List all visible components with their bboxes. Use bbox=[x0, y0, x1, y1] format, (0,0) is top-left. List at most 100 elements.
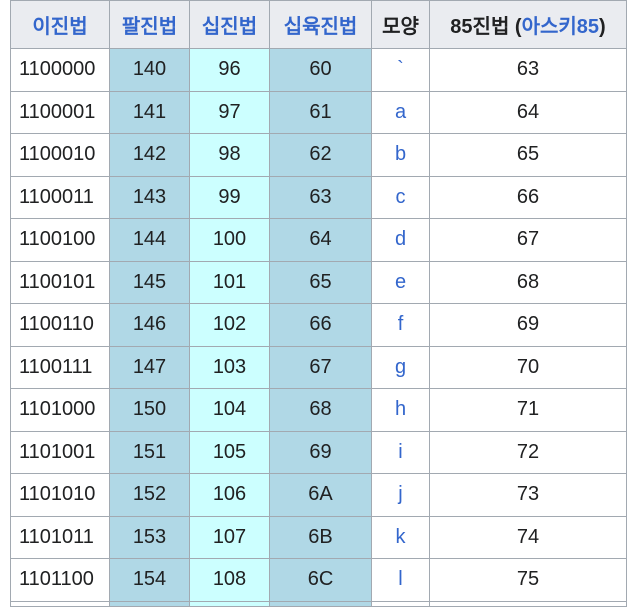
decimal-cell: 96 bbox=[189, 48, 270, 92]
base85-cell: 63 bbox=[429, 48, 627, 92]
decimal-cell: 107 bbox=[189, 515, 270, 559]
glyph-cell[interactable]: j bbox=[371, 473, 430, 517]
header-glyph-label: 모양 bbox=[382, 16, 419, 38]
base85-cell: 67 bbox=[429, 218, 627, 262]
octal-cell: 146 bbox=[109, 303, 190, 347]
binary-cell: 1100011 bbox=[10, 175, 110, 219]
base85-cell: 64 bbox=[429, 90, 627, 134]
base85-cell: 66 bbox=[429, 175, 627, 219]
glyph-cell[interactable]: l bbox=[371, 558, 430, 602]
decimal-cell: 105 bbox=[189, 430, 270, 474]
glyph-cell[interactable]: h bbox=[371, 388, 430, 432]
octal-cell: 145 bbox=[109, 260, 190, 304]
binary-cell: 1100100 bbox=[10, 218, 110, 262]
base85-cell: 68 bbox=[429, 260, 627, 304]
base85-cell: 72 bbox=[429, 430, 627, 474]
partial-cell bbox=[429, 600, 627, 607]
table-row: 1100011 143 99 63 c 66 bbox=[10, 175, 627, 219]
hex-cell: 60 bbox=[269, 48, 372, 92]
decimal-cell: 99 bbox=[189, 175, 270, 219]
table-row: 1100101 145 101 65 e 68 bbox=[10, 260, 627, 304]
glyph-cell[interactable]: i bbox=[371, 430, 430, 474]
base85-cell: 65 bbox=[429, 133, 627, 177]
partial-cell bbox=[269, 600, 372, 607]
decimal-cell: 104 bbox=[189, 388, 270, 432]
hex-cell: 67 bbox=[269, 345, 372, 389]
binary-cell: 1100101 bbox=[10, 260, 110, 304]
header-ascii85-link[interactable]: 아스키85 bbox=[522, 16, 599, 38]
table-row: 1101001 151 105 69 i 72 bbox=[10, 430, 627, 474]
hex-cell: 6A bbox=[269, 473, 372, 517]
octal-cell: 143 bbox=[109, 175, 190, 219]
base85-cell: 75 bbox=[429, 558, 627, 602]
table-row: 1100110 146 102 66 f 69 bbox=[10, 303, 627, 347]
hex-cell: 6B bbox=[269, 515, 372, 559]
octal-cell: 151 bbox=[109, 430, 190, 474]
glyph-cell[interactable]: a bbox=[371, 90, 430, 134]
hex-cell: 61 bbox=[269, 90, 372, 134]
octal-cell: 154 bbox=[109, 558, 190, 602]
partial-cell bbox=[10, 600, 110, 607]
table-row: 1101011 153 107 6B k 74 bbox=[10, 515, 627, 559]
glyph-cell[interactable]: g bbox=[371, 345, 430, 389]
glyph-cell[interactable]: ` bbox=[371, 48, 430, 92]
ascii-table: 이진법 팔진법 십진법 십육진법 모양 85진법 (아스키85) 1100000… bbox=[10, 0, 627, 607]
header-base85-prefix: 85진법 ( bbox=[450, 16, 522, 38]
hex-cell: 63 bbox=[269, 175, 372, 219]
table-row: 1101100 154 108 6C l 75 bbox=[10, 558, 627, 602]
glyph-cell[interactable]: f bbox=[371, 303, 430, 347]
header-decimal-link[interactable]: 십진법 bbox=[202, 16, 257, 38]
hex-cell: 64 bbox=[269, 218, 372, 262]
glyph-cell[interactable]: c bbox=[371, 175, 430, 219]
partial-cell bbox=[109, 600, 190, 607]
base85-cell: 69 bbox=[429, 303, 627, 347]
binary-cell: 1101010 bbox=[10, 473, 110, 517]
header-base85-suffix: ) bbox=[599, 16, 606, 38]
binary-cell: 1101000 bbox=[10, 388, 110, 432]
glyph-cell[interactable]: d bbox=[371, 218, 430, 262]
octal-cell: 144 bbox=[109, 218, 190, 262]
hex-cell: 68 bbox=[269, 388, 372, 432]
header-octal-link[interactable]: 팔진법 bbox=[122, 16, 177, 38]
glyph-cell[interactable]: b bbox=[371, 133, 430, 177]
header-binary[interactable]: 이진법 bbox=[10, 0, 110, 49]
hex-cell: 65 bbox=[269, 260, 372, 304]
base85-cell: 73 bbox=[429, 473, 627, 517]
octal-cell: 150 bbox=[109, 388, 190, 432]
binary-cell: 1101001 bbox=[10, 430, 110, 474]
decimal-cell: 103 bbox=[189, 345, 270, 389]
octal-cell: 142 bbox=[109, 133, 190, 177]
table-row: 1100111 147 103 67 g 70 bbox=[10, 345, 627, 389]
table-body: 1100000 140 96 60 ` 63 1100001 141 97 61 a 64 110001… bbox=[10, 48, 627, 607]
partial-cell bbox=[189, 600, 270, 607]
binary-cell: 1100000 bbox=[10, 48, 110, 92]
header-hex[interactable]: 십육진법 bbox=[269, 0, 372, 49]
table-row: 1100010 142 98 62 b 65 bbox=[10, 133, 627, 177]
header-binary-link[interactable]: 이진법 bbox=[32, 16, 87, 38]
base85-cell: 70 bbox=[429, 345, 627, 389]
hex-cell: 6C bbox=[269, 558, 372, 602]
header-octal[interactable]: 팔진법 bbox=[109, 0, 190, 49]
header-hex-link[interactable]: 십육진법 bbox=[284, 16, 358, 38]
binary-cell: 1101100 bbox=[10, 558, 110, 602]
glyph-cell[interactable]: k bbox=[371, 515, 430, 559]
table-row-partial bbox=[10, 600, 627, 607]
hex-cell: 66 bbox=[269, 303, 372, 347]
glyph-cell[interactable]: e bbox=[371, 260, 430, 304]
decimal-cell: 100 bbox=[189, 218, 270, 262]
hex-cell: 69 bbox=[269, 430, 372, 474]
table-row: 1101000 150 104 68 h 71 bbox=[10, 388, 627, 432]
base85-cell: 74 bbox=[429, 515, 627, 559]
binary-cell: 1100010 bbox=[10, 133, 110, 177]
header-decimal[interactable]: 십진법 bbox=[189, 0, 270, 49]
header-glyph: 모양 bbox=[371, 0, 430, 49]
binary-cell: 1100001 bbox=[10, 90, 110, 134]
table-row: 1100000 140 96 60 ` 63 bbox=[10, 48, 627, 92]
octal-cell: 147 bbox=[109, 345, 190, 389]
octal-cell: 141 bbox=[109, 90, 190, 134]
decimal-cell: 102 bbox=[189, 303, 270, 347]
decimal-cell: 106 bbox=[189, 473, 270, 517]
partial-cell bbox=[371, 600, 430, 607]
decimal-cell: 108 bbox=[189, 558, 270, 602]
base85-cell: 71 bbox=[429, 388, 627, 432]
